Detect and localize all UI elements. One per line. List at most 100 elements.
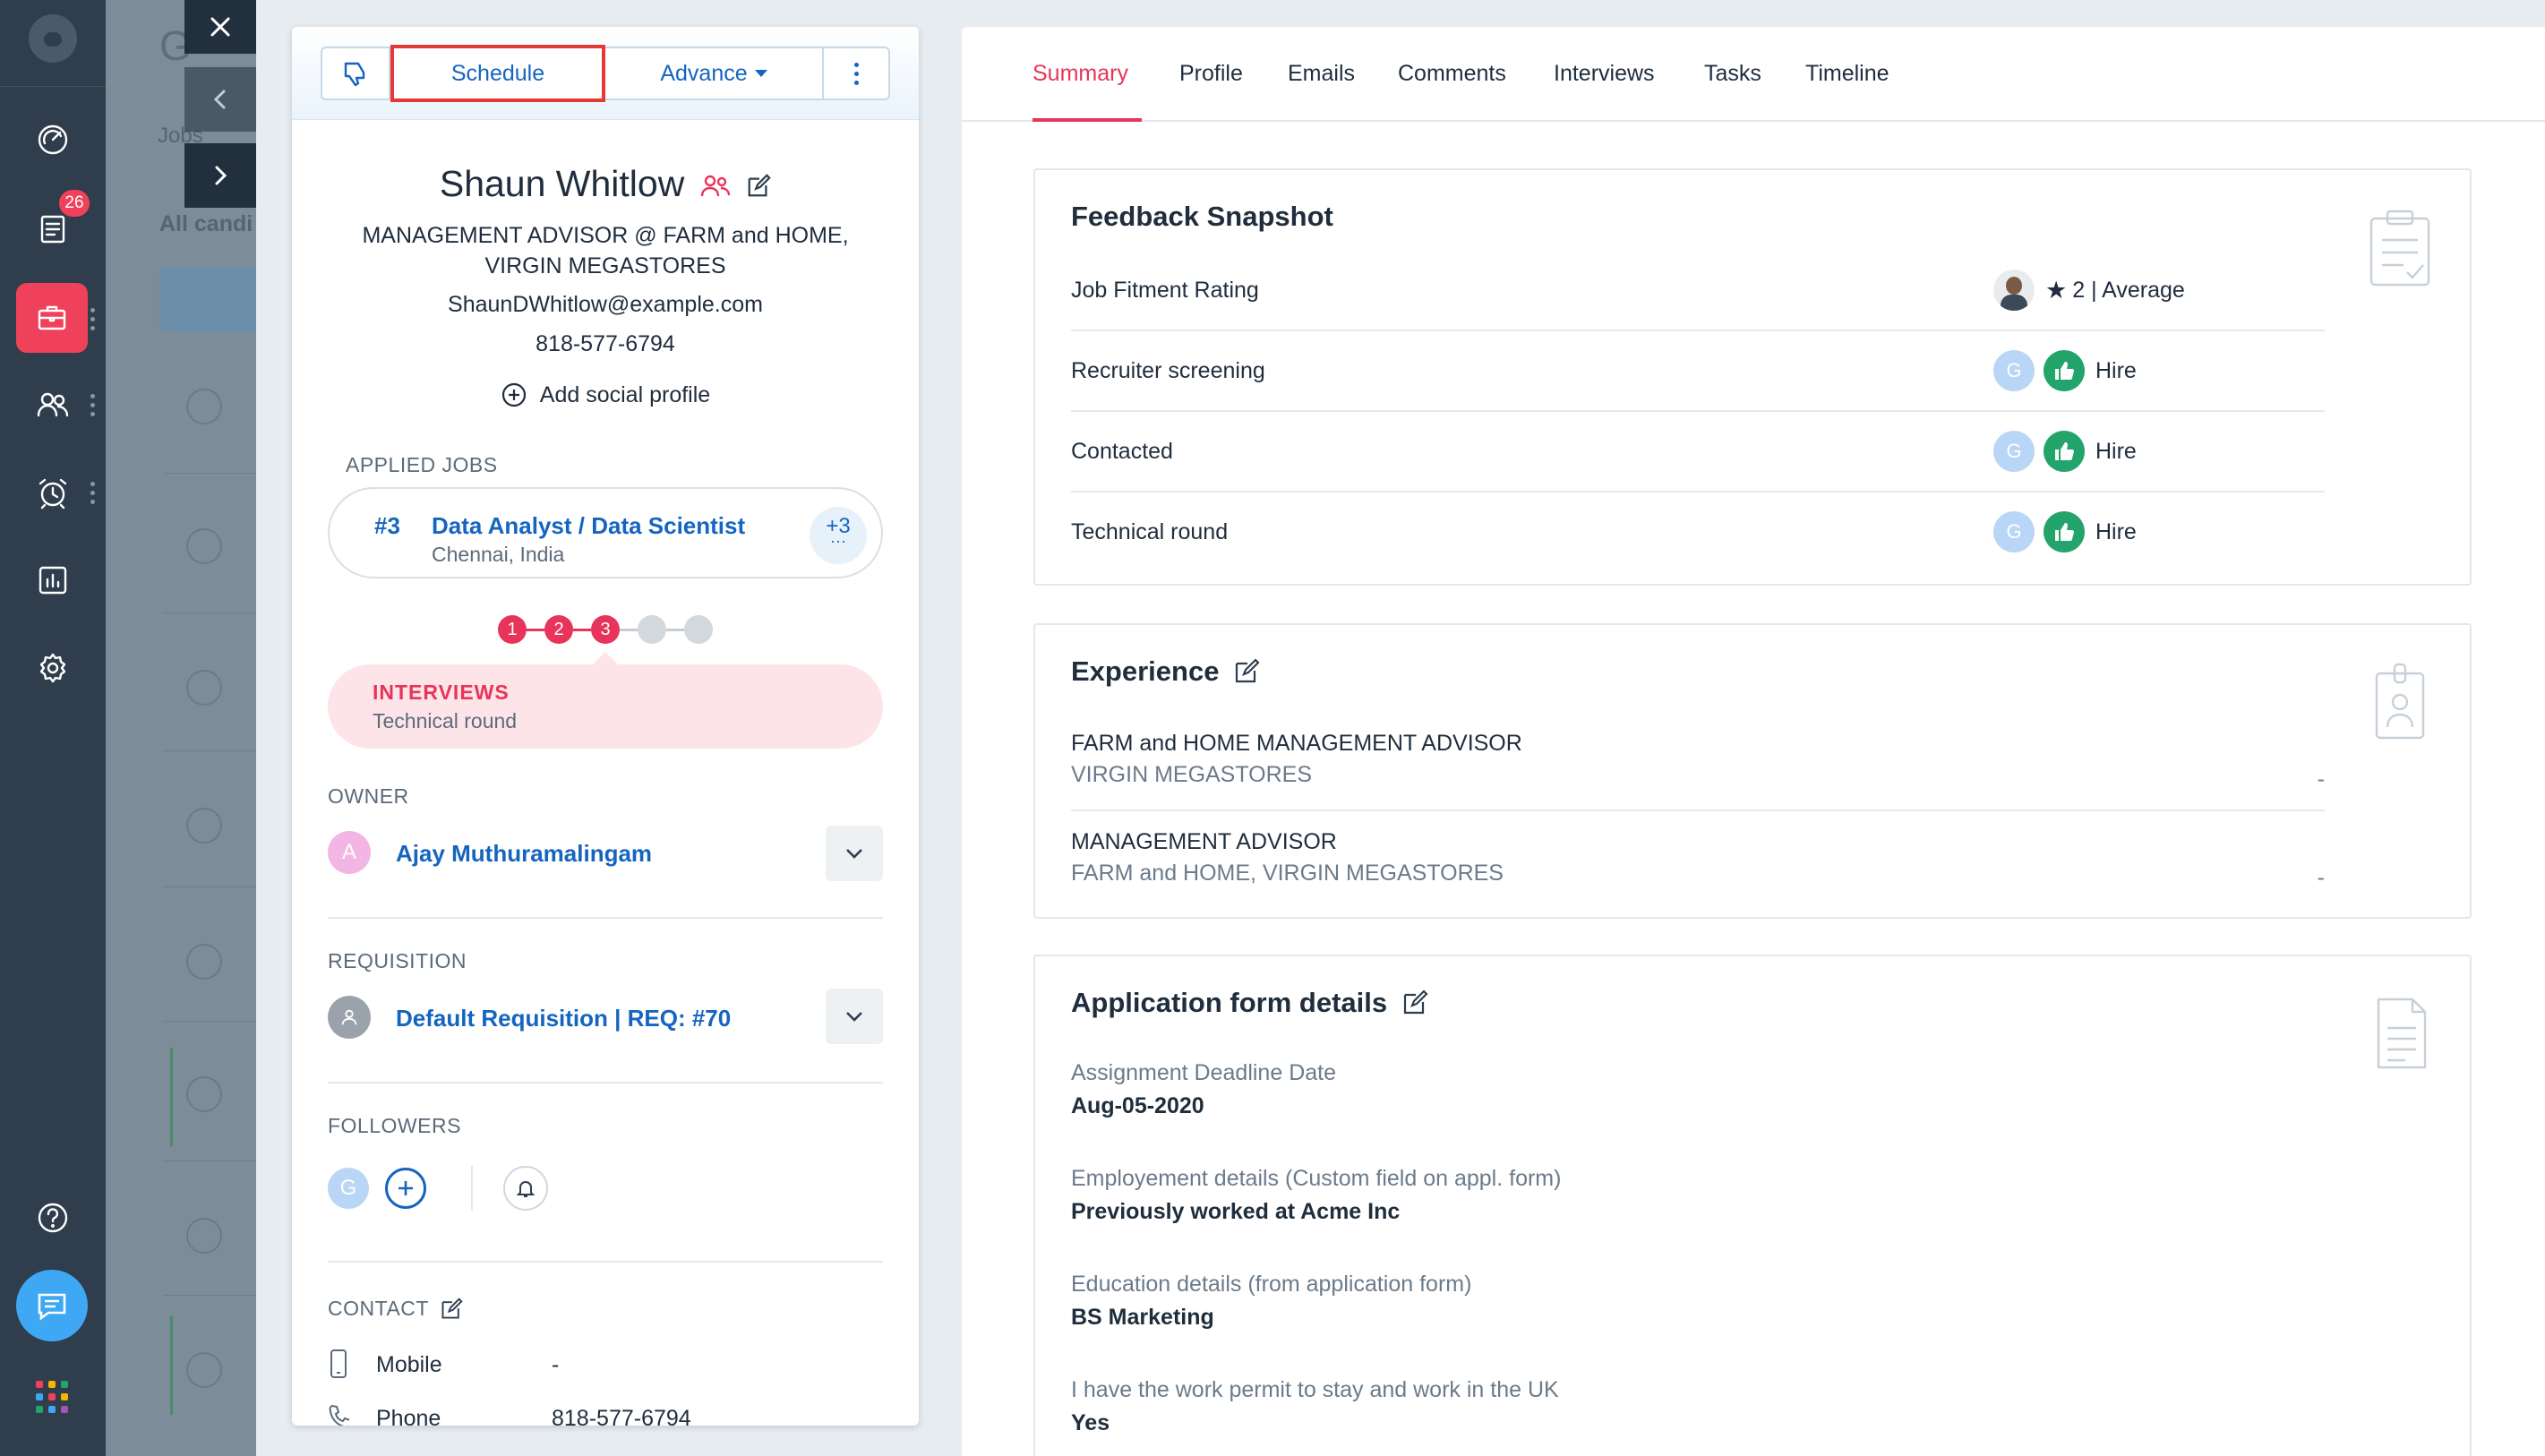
apps-grid-icon[interactable]	[36, 1381, 68, 1413]
owner-label: OWNER	[328, 784, 409, 808]
chat-button[interactable]	[16, 1270, 88, 1341]
add-social-profile-label: Add social profile	[539, 381, 711, 407]
background-filter: All candi	[159, 211, 253, 236]
contact-label: CONTACT	[328, 1297, 429, 1320]
form-field-question: Employement details (Custom field on app…	[1071, 1166, 1562, 1191]
tab-tasks[interactable]: Tasks	[1704, 61, 1761, 87]
candidate-name: Shaun Whitlow	[439, 163, 685, 204]
help-icon[interactable]	[26, 1191, 80, 1245]
tab-summary[interactable]: Summary	[1033, 61, 1128, 87]
stage-step[interactable]: 2	[544, 615, 573, 644]
stage-step[interactable]: 1	[498, 615, 527, 644]
feedback-row-result: ★ 2 | Average	[1993, 269, 2185, 312]
reject-button[interactable]	[322, 48, 390, 98]
team-icon[interactable]	[700, 173, 731, 200]
edit-icon[interactable]	[1401, 989, 1428, 1016]
section-divider	[328, 1261, 883, 1263]
details-panel: Summary Profile Emails Comments Intervie…	[962, 27, 2545, 1456]
requisition-dropdown-button[interactable]	[826, 989, 883, 1044]
chevron-left-icon	[213, 90, 226, 109]
phone-icon	[328, 1402, 353, 1426]
tab-interviews[interactable]: Interviews	[1554, 61, 1655, 87]
settings-icon[interactable]	[26, 641, 80, 695]
owner-dropdown-button[interactable]	[826, 826, 883, 881]
follower-avatar[interactable]: G	[328, 1168, 369, 1209]
tab-emails[interactable]: Emails	[1288, 61, 1355, 87]
feedback-row[interactable]: Job Fitment Rating ★ 2 | Average	[1071, 251, 2325, 331]
candidate-phone[interactable]: 818-577-6794	[292, 331, 919, 357]
background-chip	[159, 267, 256, 331]
previous-candidate-button[interactable]	[184, 67, 256, 132]
stage-connector	[620, 628, 638, 631]
close-icon	[210, 17, 230, 37]
close-button[interactable]	[184, 0, 256, 54]
current-stage-box[interactable]: INTERVIEWS Technical round	[328, 652, 883, 749]
job-number: #3	[374, 512, 400, 539]
experience-role: FARM and HOME MANAGEMENT ADVISOR	[1071, 731, 1522, 756]
app-logo[interactable]	[29, 14, 77, 63]
experience-period: -	[2317, 767, 2325, 792]
thumbs-up-icon	[2044, 431, 2085, 472]
plus-circle-icon	[501, 382, 526, 407]
dashboard-icon[interactable]	[26, 113, 80, 167]
feedback-row[interactable]: Technical round G Hire	[1071, 492, 2325, 573]
background-overlay[interactable]: G Jobs All candi	[106, 0, 256, 1456]
edit-icon[interactable]	[746, 174, 771, 199]
form-field-question: I have the work permit to stay and work …	[1071, 1377, 1559, 1402]
schedule-button[interactable]: Schedule	[390, 45, 605, 102]
bell-icon	[516, 1181, 536, 1197]
tab-timeline[interactable]: Timeline	[1805, 61, 1889, 87]
stage-step[interactable]	[638, 615, 666, 644]
contact-phone-value[interactable]: 818-577-6794	[552, 1406, 691, 1426]
form-field-answer: Yes	[1071, 1410, 1110, 1435]
background-row-divider	[163, 750, 256, 751]
tab-comments[interactable]: Comments	[1398, 61, 1506, 87]
job-location: Chennai, India	[432, 543, 565, 566]
next-candidate-button[interactable]	[184, 143, 256, 208]
add-social-profile-button[interactable]: Add social profile	[292, 381, 919, 408]
followers-separator	[471, 1166, 473, 1211]
candidate-email[interactable]: ShaunDWhitlow@example.com	[292, 292, 919, 318]
star-icon: ★	[2045, 276, 2068, 304]
reviewer-avatar	[1993, 270, 2035, 311]
edit-icon[interactable]	[440, 1297, 463, 1321]
feedback-result-text: Hire	[2095, 518, 2137, 544]
tab-profile[interactable]: Profile	[1179, 61, 1243, 87]
briefcase-icon[interactable]	[16, 283, 88, 353]
stage-connector	[573, 628, 591, 631]
feedback-row[interactable]: Recruiter screening G Hire	[1071, 331, 2325, 412]
reports-icon[interactable]	[26, 553, 80, 607]
feedback-snapshot-title: Feedback Snapshot	[1071, 201, 1333, 232]
job-title-link[interactable]: Data Analyst / Data Scientist	[432, 512, 745, 540]
rating-text: | Average	[2091, 277, 2185, 303]
stage-step[interactable]	[684, 615, 713, 644]
owner-name[interactable]: Ajay Muthuramalingam	[396, 840, 652, 868]
more-jobs-button[interactable]: +3 ···	[810, 507, 867, 564]
edit-icon[interactable]	[1233, 658, 1260, 685]
requisition-value[interactable]: Default Requisition | REQ: #70	[396, 1005, 731, 1032]
applied-job-card[interactable]: #3 Data Analyst / Data Scientist Chennai…	[328, 487, 883, 578]
nav-more-dots[interactable]	[90, 308, 96, 335]
advance-button[interactable]: Advance	[605, 48, 824, 98]
more-options-button[interactable]	[824, 48, 888, 98]
alarm-clock-icon[interactable]	[26, 466, 80, 519]
section-divider	[328, 917, 883, 919]
add-follower-button[interactable]	[385, 1168, 426, 1209]
follow-notifications-button[interactable]	[503, 1166, 548, 1211]
nav-more-dots[interactable]	[90, 482, 96, 509]
form-field: Employement details (Custom field on app…	[1071, 1166, 1561, 1225]
feedback-row[interactable]: Contacted G Hire	[1071, 412, 2325, 492]
owner-avatar: A	[328, 831, 371, 874]
caret-down-icon	[754, 70, 767, 77]
candidates-icon[interactable]	[26, 378, 80, 432]
nav-more-dots[interactable]	[90, 394, 96, 421]
candidate-name-row: Shaun Whitlow	[292, 163, 919, 205]
experience-company: VIRGIN MEGASTORES	[1071, 762, 1313, 787]
clipboard-icon	[2364, 208, 2436, 288]
stage-step[interactable]: 3	[591, 615, 620, 644]
followers-label: FOLLOWERS	[328, 1114, 461, 1137]
chevron-right-icon	[215, 166, 227, 185]
form-field: Assignment Deadline Date Aug-05-2020	[1071, 1060, 1336, 1119]
feedback-row-label: Recruiter screening	[1071, 358, 1265, 383]
experience-item: MANAGEMENT ADVISOR FARM and HOME, VIRGIN…	[1071, 829, 2325, 890]
